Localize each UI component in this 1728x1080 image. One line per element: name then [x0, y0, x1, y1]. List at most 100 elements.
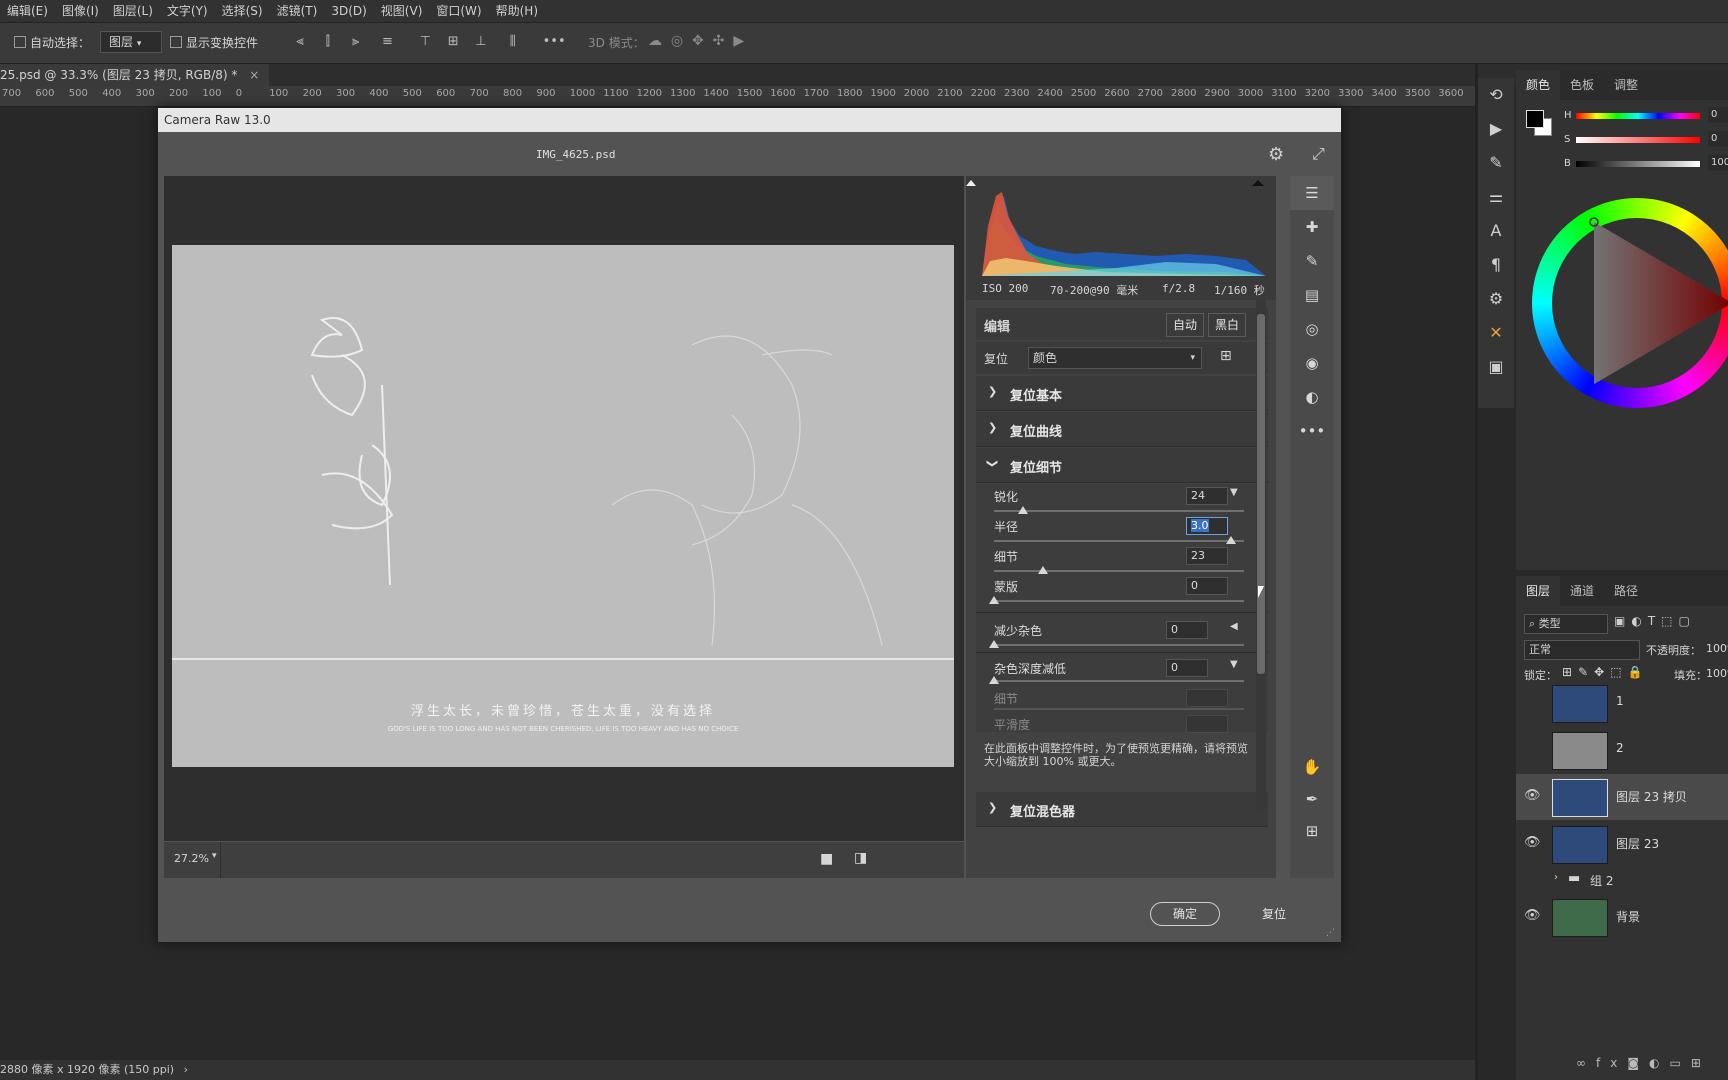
eye-icon[interactable]: 👁	[1524, 835, 1541, 851]
lock-artboard-icon[interactable]: ⬚	[1610, 665, 1627, 679]
align-icons[interactable]: ⫷ ⫿ ⫸ ≡ ⊤ ⊞ ⊥ ⫼ •••	[292, 34, 565, 50]
collapse-triangle-icon[interactable]: ▼	[1230, 659, 1238, 670]
chevron-right-icon[interactable]: ›	[1554, 872, 1558, 883]
layer-row[interactable]: 👁 图层 23	[1516, 821, 1728, 867]
tab-swatches[interactable]: 色板	[1560, 70, 1604, 100]
align-bottom-icon[interactable]: ⊥	[473, 34, 489, 50]
eye-icon[interactable]: 👁	[1524, 788, 1541, 804]
auto-button[interactable]: 自动	[1166, 313, 1204, 337]
tab-layers[interactable]: 图层	[1516, 576, 1561, 606]
gear-icon[interactable]: ⚙	[1268, 144, 1284, 165]
paragraph-icon[interactable]: ¶	[1478, 248, 1514, 282]
color-noise-value[interactable]: 0	[1166, 659, 1208, 677]
shadow-clip-warning-icon[interactable]	[966, 180, 976, 186]
resize-grip-icon[interactable]: ⋰	[1326, 928, 1335, 938]
align-right-icon[interactable]: ⫸	[348, 34, 364, 50]
text-filter-icon[interactable]: T	[1648, 614, 1661, 628]
view-compare-icon[interactable]: ◨	[854, 850, 867, 866]
section-mixer[interactable]: ❯ 复位混色器	[976, 792, 1268, 827]
fill-value[interactable]: 100%	[1706, 667, 1728, 680]
lock-move-icon[interactable]: ✥	[1594, 665, 1610, 679]
healing-icon[interactable]: ✚	[1290, 210, 1334, 244]
color-triangle[interactable]	[1532, 198, 1728, 408]
history-icon[interactable]: ⟲	[1478, 78, 1514, 112]
align-left-icon[interactable]: ⫷	[292, 34, 308, 50]
group-icon[interactable]: ▭	[1669, 1056, 1690, 1070]
layer-group-row[interactable]: › ▬ 组 2	[1516, 868, 1728, 892]
mask-value[interactable]: 0	[1186, 577, 1228, 595]
3d-orbit-icon[interactable]: ☁	[648, 33, 662, 49]
panel-scrollbar-thumb[interactable]	[1257, 314, 1265, 674]
noise-reduction-value[interactable]: 0	[1166, 621, 1208, 639]
noise-reduction-slider[interactable]	[994, 644, 1244, 646]
collapse-triangle-icon[interactable]: ▼	[1230, 487, 1238, 498]
layer-filter-icons[interactable]: ▣◐T⬚▢	[1614, 614, 1696, 628]
layer-row[interactable]: 1	[1516, 680, 1728, 726]
opacity-value[interactable]: 100%	[1706, 642, 1728, 655]
layer-row[interactable]: 👁 背景	[1516, 894, 1728, 940]
mask-slider-thumb[interactable]	[989, 596, 999, 604]
align-top-icon[interactable]: ⊤	[417, 34, 433, 50]
adjustment-icon[interactable]: ◐	[1649, 1056, 1669, 1070]
expand-triangle-icon[interactable]: ◀	[1230, 621, 1238, 632]
sharpen-value[interactable]: 24	[1186, 487, 1228, 505]
section-basic[interactable]: ❯ 复位基本	[976, 376, 1268, 411]
edit-sliders-icon[interactable]: ☰	[1290, 176, 1334, 210]
menu-item[interactable]: 帮助(H)	[489, 0, 545, 22]
detail-slider[interactable]	[994, 570, 1244, 572]
color-noise-slider-thumb[interactable]	[989, 676, 999, 684]
presets-icon[interactable]: ◐	[1290, 380, 1334, 414]
hue-slider[interactable]	[1576, 113, 1700, 119]
mask-slider[interactable]	[994, 600, 1244, 602]
close-icon[interactable]: ×	[249, 68, 259, 82]
3d-slide-icon[interactable]: ✣	[713, 33, 725, 49]
3d-scale-icon[interactable]: ▶	[733, 33, 744, 49]
ok-button[interactable]: 确定	[1150, 902, 1220, 926]
blend-mode-dropdown[interactable]: 正常	[1524, 640, 1640, 660]
layer-filter-dropdown[interactable]: ⌕ 类型	[1524, 614, 1608, 634]
menu-item[interactable]: 编辑(E)	[0, 0, 55, 22]
highlight-clip-warning-icon[interactable]	[1252, 180, 1264, 186]
menu-item[interactable]: 选择(S)	[215, 0, 270, 22]
lock-paint-icon[interactable]: ✎	[1578, 665, 1594, 679]
chevron-down-icon[interactable]: ▾	[212, 851, 217, 861]
smart-filter-icon[interactable]: ▢	[1679, 614, 1696, 628]
menu-item[interactable]: 3D(D)	[324, 0, 373, 22]
distribute-icon[interactable]: ≡	[379, 34, 395, 50]
distribute-vertical-icon[interactable]: ⫼	[505, 34, 521, 50]
lock-icons[interactable]: ⊞✎✥⬚🔒	[1562, 665, 1648, 679]
layer-row[interactable]: 2	[1516, 727, 1728, 773]
reset-button[interactable]: 复位	[1244, 903, 1304, 925]
foreground-swatch[interactable]	[1526, 110, 1544, 128]
properties-icon[interactable]: ⚙	[1478, 282, 1514, 316]
new-layer-icon[interactable]: ⊞	[1691, 1056, 1711, 1070]
menu-item[interactable]: 文字(Y)	[160, 0, 215, 22]
lock-pixels-icon[interactable]: ⊞	[1562, 665, 1578, 679]
hue-value[interactable]: 0	[1708, 107, 1728, 123]
menu-item[interactable]: 滤镜(T)	[270, 0, 325, 22]
brightness-slider[interactable]	[1576, 161, 1700, 167]
menu-item[interactable]: 窗口(W)	[429, 0, 488, 22]
adjust-icon[interactable]: ⚌	[1478, 180, 1514, 214]
mask-icon[interactable]: ◙	[1627, 1056, 1649, 1070]
profile-browser-icon[interactable]: ⊞	[1220, 348, 1232, 364]
show-transform-checkbox[interactable]	[170, 36, 182, 48]
visibility-off-icon[interactable]	[1524, 741, 1540, 757]
fullscreen-icon[interactable]: ⤢	[1312, 144, 1325, 164]
grid-icon[interactable]: ⊞	[1290, 814, 1334, 848]
saturation-slider[interactable]	[1576, 137, 1700, 143]
eye-icon[interactable]: 👁	[1524, 908, 1541, 924]
brush-settings-icon[interactable]: ✎	[1478, 146, 1514, 180]
document-tab[interactable]: 25.psd @ 33.3% (图层 23 拷贝, RGB/8) * ×	[0, 64, 270, 86]
section-detail[interactable]: ❯ 复位细节	[976, 448, 1268, 483]
red-eye-icon[interactable]: ◉	[1290, 346, 1334, 380]
layer-row-selected[interactable]: 👁 图层 23 拷贝	[1516, 774, 1728, 820]
preview-image[interactable]: 浮生太长，未曾珍惜，苍生太重，没有选择 GOD'S LIFE IS TOO LO…	[172, 245, 954, 767]
3d-pan-icon[interactable]: ✥	[692, 33, 704, 49]
radial-filter-icon[interactable]: ◎	[1290, 312, 1334, 346]
noise-reduction-slider-thumb[interactable]	[989, 640, 999, 648]
chevron-right-icon[interactable]: ›	[184, 1063, 188, 1076]
zoom-level[interactable]: 27.2%	[174, 852, 209, 865]
menu-item[interactable]: 视图(V)	[374, 0, 430, 22]
tab-channels[interactable]: 通道	[1560, 576, 1604, 606]
